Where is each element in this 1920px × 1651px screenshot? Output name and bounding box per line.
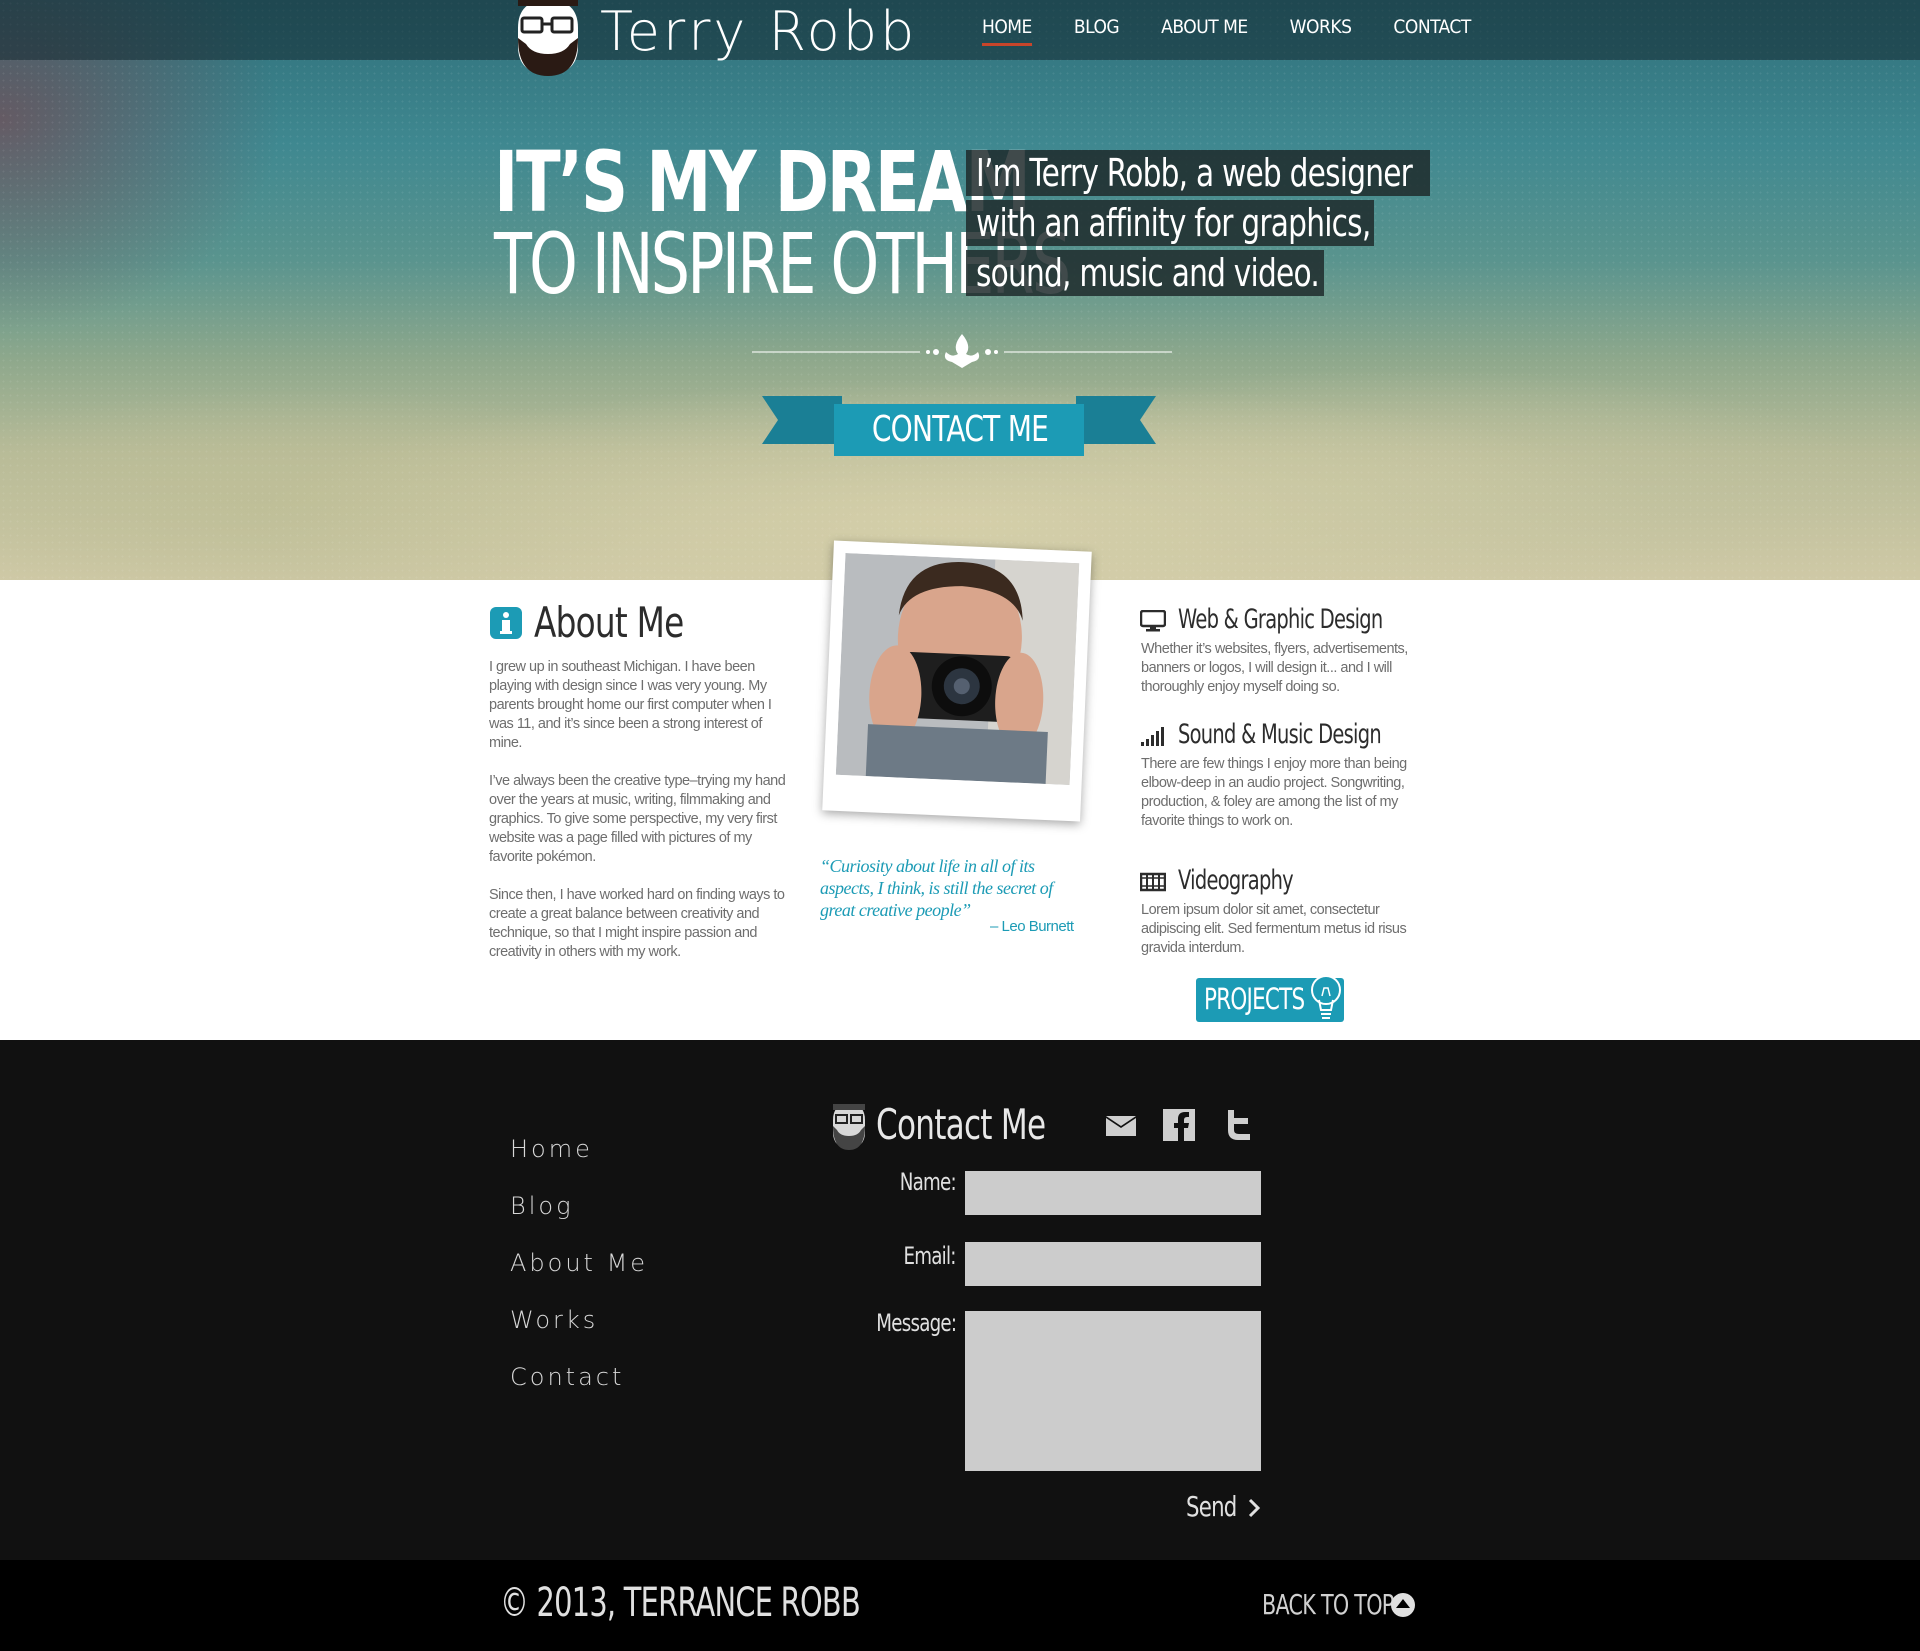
nav-blog[interactable]: BLOG <box>1074 16 1120 44</box>
footer-nav-blog[interactable]: Blog <box>510 1192 648 1222</box>
quote-text: “Curiosity about life in all of its aspe… <box>820 856 1053 920</box>
message-field[interactable] <box>965 1311 1261 1471</box>
nav-works[interactable]: WORKS <box>1290 16 1352 44</box>
intro-line: I’m Terry Robb, a web designer <box>966 150 1430 196</box>
about-text: I grew up in southeast Michigan. I have … <box>489 658 789 981</box>
profile-photo <box>822 540 1092 822</box>
intro-line: with an affinity for graphics, <box>966 200 1374 246</box>
fleur-de-lis-icon <box>752 334 1172 368</box>
back-to-top-label: BACK TO TOP <box>1262 1588 1394 1621</box>
send-button[interactable]: Send <box>1186 1490 1261 1526</box>
name-label: Name: <box>899 1168 957 1196</box>
lightbulb-icon <box>1311 975 1341 1019</box>
arrow-up-circle-icon <box>1391 1593 1415 1617</box>
film-strip-icon <box>1140 872 1166 892</box>
contact-title: Contact Me <box>876 1100 1046 1149</box>
bearded-head-logo-icon[interactable] <box>508 0 588 76</box>
about-paragraph: I’ve always been the creative type–tryin… <box>489 773 786 865</box>
nav-home[interactable]: HOME <box>982 16 1032 46</box>
twitter-icon[interactable] <box>1222 1108 1256 1142</box>
projects-button[interactable]: PROJECTS <box>1196 975 1344 1022</box>
hero-headline-line1: IT’S MY DREAM <box>494 133 1031 231</box>
footer-nav-contact[interactable]: Contact <box>510 1363 648 1393</box>
email-field[interactable] <box>965 1242 1261 1286</box>
footer-nav: Home Blog About Me Works Contact <box>510 1135 648 1420</box>
footer-nav-about-me[interactable]: About Me <box>510 1249 648 1279</box>
send-label: Send <box>1186 1490 1237 1523</box>
copyright: © 2013, TERRANCE ROBB <box>500 1580 861 1626</box>
top-navigation-bar <box>0 0 1920 60</box>
back-to-top-button[interactable]: BACK TO TOP <box>1262 1588 1440 1621</box>
monitor-icon <box>1140 610 1166 632</box>
photographer-image <box>835 553 1080 786</box>
main-nav: HOME BLOG ABOUT ME WORKS CONTACT <box>982 16 1513 46</box>
service-title: Web & Graphic Design <box>1178 604 1383 635</box>
brand-name[interactable]: Terry Robb <box>600 0 917 63</box>
about-title: About Me <box>534 598 684 647</box>
service-title: Videography <box>1178 865 1294 896</box>
service-text: Lorem ipsum dolor sit amet, consectetur … <box>1141 902 1407 956</box>
footer-nav-home[interactable]: Home <box>510 1135 648 1165</box>
nav-about-me[interactable]: ABOUT ME <box>1161 16 1248 44</box>
info-icon <box>490 607 522 639</box>
quote-author: – Leo Burnett <box>990 918 1074 935</box>
nav-contact[interactable]: CONTACT <box>1393 16 1471 44</box>
chevron-right-icon <box>1248 1498 1261 1518</box>
service-text: There are few things I enjoy more than b… <box>1141 756 1407 829</box>
footer-nav-works[interactable]: Works <box>510 1306 648 1336</box>
projects-label: PROJECTS <box>1204 982 1305 1016</box>
service-title: Sound & Music Design <box>1178 719 1382 750</box>
about-paragraph: I grew up in southeast Michigan. I have … <box>489 659 772 751</box>
message-label: Message: <box>875 1309 957 1337</box>
bearded-head-icon <box>833 1104 865 1150</box>
service-text: Whether it’s websites, flyers, advertise… <box>1141 641 1408 695</box>
about-paragraph: Since then, I have worked hard on findin… <box>489 887 785 960</box>
contact-me-button[interactable]: CONTACT ME <box>834 404 1086 456</box>
bottom-bar <box>0 1560 1920 1651</box>
hero-intro: I’m Terry Robb, a web designer with an a… <box>966 150 1430 300</box>
signal-bars-icon <box>1141 727 1164 746</box>
name-field[interactable] <box>965 1171 1261 1215</box>
intro-line: sound, music and video. <box>966 250 1324 296</box>
mail-icon[interactable] <box>1104 1108 1138 1142</box>
facebook-icon[interactable] <box>1162 1108 1196 1142</box>
email-label: Email: <box>903 1242 957 1270</box>
